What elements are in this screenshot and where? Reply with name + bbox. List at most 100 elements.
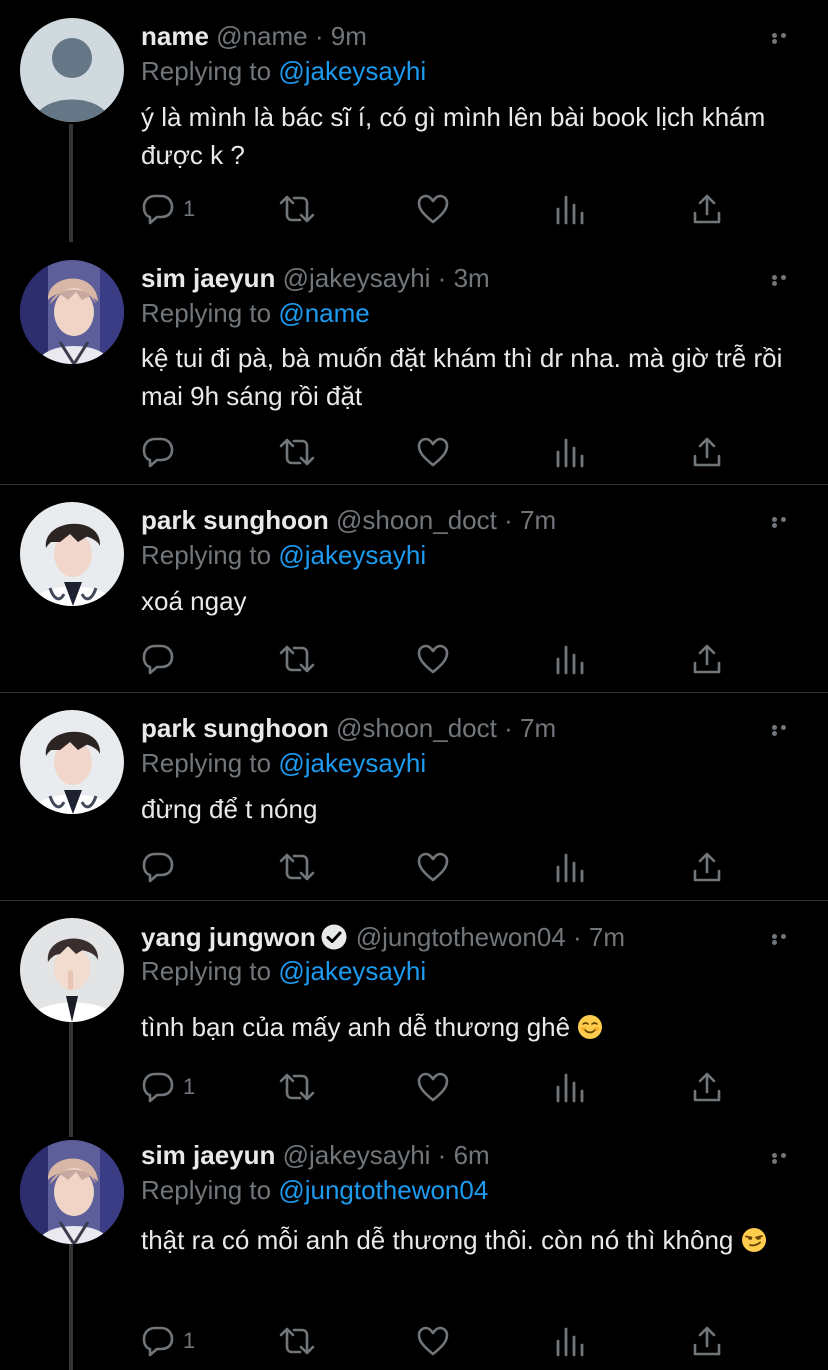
tweet-text-container: tình bạn của mấy anh dễ thương ghê [141,1008,801,1046]
like-button[interactable] [416,1325,450,1357]
more-icon[interactable] [772,32,798,44]
timestamp[interactable]: 6m [454,1140,490,1170]
replying-label: Replying to [141,1175,272,1205]
user-handle[interactable]: @name [216,21,307,51]
replying-to: Replying to @jungtothewon04 [141,1174,488,1206]
mention-link[interactable]: @jungtothewon04 [278,1175,488,1205]
tweet-text: thật ra có mỗi anh dễ thương thôi. còn n… [141,1225,734,1255]
analytics-button[interactable] [554,436,586,468]
tweet[interactable]: sim jaeyun @jakeysayhi · 3m Replying to … [0,242,828,484]
more-icon[interactable] [772,274,798,286]
replying-label: Replying to [141,956,272,986]
share-icon [693,437,721,467]
reply-button[interactable]: 1 [141,1071,195,1103]
more-icon[interactable] [772,1152,798,1164]
display-name[interactable]: park sunghoon [141,505,329,535]
analytics-button[interactable] [554,1071,586,1103]
replying-to: Replying to @name [141,297,370,329]
action-bar: 1 [141,1325,741,1357]
like-button[interactable] [416,851,450,883]
timestamp[interactable]: 7m [520,505,556,535]
thread-line [69,124,73,242]
retweet-icon [279,645,315,673]
mention-link[interactable]: @jakeysayhi [278,748,426,778]
share-icon [693,1326,721,1356]
display-name[interactable]: sim jaeyun [141,263,275,293]
analytics-button[interactable] [554,643,586,675]
display-name[interactable]: yang jungwon [141,922,316,952]
share-button[interactable] [691,1325,723,1357]
like-icon [417,1326,449,1356]
retweet-button[interactable] [278,851,316,883]
mention-link[interactable]: @jakeysayhi [278,956,426,986]
like-button[interactable] [416,643,450,675]
analytics-button[interactable] [554,851,586,883]
analytics-icon [556,645,584,675]
share-button[interactable] [691,643,723,675]
retweet-button[interactable] [278,1325,316,1357]
mention-link[interactable]: @jakeysayhi [278,56,426,86]
like-icon [417,852,449,882]
display-name[interactable]: sim jaeyun [141,1140,275,1170]
tweet[interactable]: sim jaeyun @jakeysayhi · 6m Replying to … [0,1137,828,1370]
more-icon[interactable] [772,724,798,736]
share-button[interactable] [691,851,723,883]
thread-line [69,1021,73,1137]
tweet[interactable]: park sunghoon @shoon_doct · 7m Replying … [0,485,828,692]
avatar[interactable] [20,1140,124,1244]
display-name[interactable]: name [141,21,209,51]
retweet-icon [279,1327,315,1355]
timestamp[interactable]: 7m [520,713,556,743]
tweet[interactable]: name @name · 9m Replying to @jakeysayhi … [0,0,828,242]
like-button[interactable] [416,193,450,225]
timestamp[interactable]: 7m [589,922,625,952]
reply-button[interactable] [141,436,183,468]
display-name[interactable]: park sunghoon [141,713,329,743]
mention-link[interactable]: @name [278,298,369,328]
tweet[interactable]: yang jungwon @jungtothewon04 · 7m Replyin… [0,901,828,1137]
share-icon [693,194,721,224]
share-button[interactable] [691,193,723,225]
retweet-button[interactable] [278,193,316,225]
separator-dot: · [504,713,513,743]
share-button[interactable] [691,1071,723,1103]
like-button[interactable] [416,436,450,468]
reply-button[interactable]: 1 [141,1325,195,1357]
reply-button[interactable]: 1 [141,193,195,225]
user-handle[interactable]: @shoon_doct [336,505,497,535]
smirking-face-emoji [741,1228,766,1252]
action-bar [141,851,741,883]
like-button[interactable] [416,1071,450,1103]
user-handle[interactable]: @shoon_doct [336,713,497,743]
share-button[interactable] [691,436,723,468]
analytics-button[interactable] [554,193,586,225]
retweet-button[interactable] [278,643,316,675]
more-icon[interactable] [772,516,798,528]
more-icon[interactable] [772,933,798,945]
analytics-button[interactable] [554,1325,586,1357]
avatar[interactable] [20,918,124,1022]
reply-count: 1 [183,1074,196,1099]
retweet-button[interactable] [278,436,316,468]
reply-button[interactable] [141,851,183,883]
avatar[interactable] [20,502,124,606]
avatar[interactable] [20,710,124,814]
replying-label: Replying to [141,56,272,86]
share-icon [693,644,721,674]
tweet[interactable]: park sunghoon @shoon_doct · 7m Replying … [0,693,828,900]
user-handle[interactable]: @jakeysayhi [283,263,431,293]
reply-button[interactable] [141,643,183,675]
replying-label: Replying to [141,298,272,328]
analytics-icon [556,1073,584,1103]
timestamp[interactable]: 9m [331,21,367,51]
timestamp[interactable]: 3m [454,263,490,293]
reply-count: 1 [183,1328,196,1353]
user-handle[interactable]: @jakeysayhi [283,1140,431,1170]
retweet-button[interactable] [278,1071,316,1103]
tweet-text: xoá ngay [141,586,247,616]
reply-icon [142,437,174,468]
avatar[interactable] [20,260,124,364]
mention-link[interactable]: @jakeysayhi [278,540,426,570]
avatar[interactable] [20,18,124,122]
user-handle[interactable]: @jungtothewon04 [356,922,566,952]
